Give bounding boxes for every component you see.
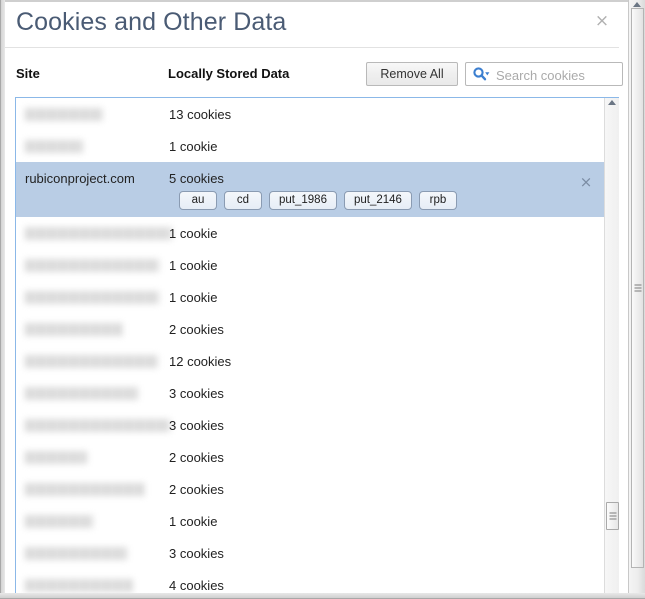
window-scrollbar[interactable] (628, 0, 645, 599)
redacted-site-name (25, 419, 170, 432)
redacted-site-name (25, 515, 93, 528)
redacted-site-name (25, 291, 159, 304)
page-title: Cookies and Other Data (16, 8, 287, 36)
locally-stored-data-value: 4 cookies (169, 578, 224, 593)
toolbar: Site Locally Stored Data Remove All (5, 48, 623, 96)
table-row[interactable]: 1 cookie (16, 281, 604, 313)
cookie-chip[interactable]: put_2146 (343, 191, 412, 210)
table-row[interactable]: 2 cookies (16, 473, 604, 505)
remove-site-icon[interactable]: × (578, 174, 594, 190)
window-bottom-edge (0, 593, 645, 599)
redacted-site-name (25, 579, 133, 592)
scroll-up-arrow-icon[interactable] (633, 2, 641, 7)
table-row[interactable]: 3 cookies (16, 537, 604, 569)
table-row[interactable]: 4 cookies (16, 569, 604, 593)
locally-stored-data-value: 5 cookies (169, 171, 224, 186)
table-row[interactable]: 2 cookies (16, 441, 604, 473)
table-row[interactable]: 13 cookies (16, 98, 604, 130)
search-input[interactable] (494, 63, 622, 87)
remove-all-button[interactable]: Remove All (366, 62, 458, 86)
locally-stored-data-value: 3 cookies (169, 546, 224, 561)
site-name: rubiconproject.com (25, 171, 135, 186)
table-row[interactable]: 1 cookie (16, 505, 604, 537)
column-header-site: Site (16, 66, 40, 81)
redacted-site-name (25, 355, 158, 368)
locally-stored-data-value: 1 cookie (169, 139, 218, 154)
redacted-site-name (25, 259, 159, 272)
redacted-site-name (25, 547, 127, 560)
column-header-locally-stored-data: Locally Stored Data (168, 66, 290, 81)
cookie-chip[interactable]: rpb (418, 191, 457, 210)
redacted-site-name (25, 483, 145, 496)
locally-stored-data-value: 3 cookies (169, 418, 224, 433)
locally-stored-data-value: 1 cookie (169, 514, 218, 529)
locally-stored-data-value: 1 cookie (169, 290, 218, 305)
redacted-site-name (25, 108, 103, 121)
locally-stored-data-value: 2 cookies (169, 322, 224, 337)
locally-stored-data-value: 3 cookies (169, 386, 224, 401)
cookie-chip[interactable]: cd (224, 191, 262, 210)
search-box[interactable] (465, 62, 623, 87)
table-row[interactable]: rubiconproject.com 5 cookies × au cd put_1986… (16, 162, 604, 217)
redacted-site-name (25, 323, 123, 336)
redacted-site-name (25, 387, 138, 400)
dialog-title-bar: Cookies and Other Data × (5, 2, 619, 48)
cookie-chip-list: au cd put_1986 put_2146 rpb (179, 191, 457, 210)
locally-stored-data-value: 12 cookies (169, 354, 232, 369)
redacted-site-name (25, 140, 83, 153)
cookie-chip[interactable]: put_1986 (269, 191, 337, 210)
scroll-up-arrow-icon[interactable] (608, 100, 616, 105)
cookie-chip[interactable]: au (179, 191, 217, 210)
table-row[interactable]: 3 cookies (16, 409, 604, 441)
locally-stored-data-value: 2 cookies (169, 450, 224, 465)
locally-stored-data-value: 2 cookies (169, 482, 224, 497)
table-row[interactable]: 12 cookies (16, 345, 604, 377)
table-row[interactable]: 2 cookies (16, 313, 604, 345)
scrollbar-grip-icon (634, 284, 641, 292)
scrollbar-grip-icon (609, 512, 616, 520)
cookie-list: 13 cookies 1 cookie rubiconproject.com 5 co… (15, 97, 619, 594)
cookie-list-rows: 13 cookies 1 cookie rubiconproject.com 5 co… (16, 98, 604, 593)
cookies-dialog: Cookies and Other Data × Site Locally St… (5, 2, 623, 594)
cookies-dialog-window: Cookies and Other Data × Site Locally St… (0, 0, 645, 599)
list-scrollbar-thumb[interactable] (606, 502, 619, 530)
redacted-site-name (25, 451, 87, 464)
table-row[interactable]: 3 cookies (16, 377, 604, 409)
search-icon (472, 66, 490, 83)
table-row[interactable]: 1 cookie (16, 249, 604, 281)
locally-stored-data-value: 1 cookie (169, 258, 218, 273)
window-scrollbar-thumb[interactable] (631, 8, 644, 568)
close-icon[interactable]: × (592, 11, 612, 31)
table-row[interactable]: 1 cookie (16, 130, 604, 162)
table-row[interactable]: 1 cookie (16, 217, 604, 249)
redacted-site-name (25, 227, 172, 240)
locally-stored-data-value: 13 cookies (169, 107, 232, 122)
locally-stored-data-value: 1 cookie (169, 226, 218, 241)
list-scrollbar[interactable] (604, 98, 619, 593)
